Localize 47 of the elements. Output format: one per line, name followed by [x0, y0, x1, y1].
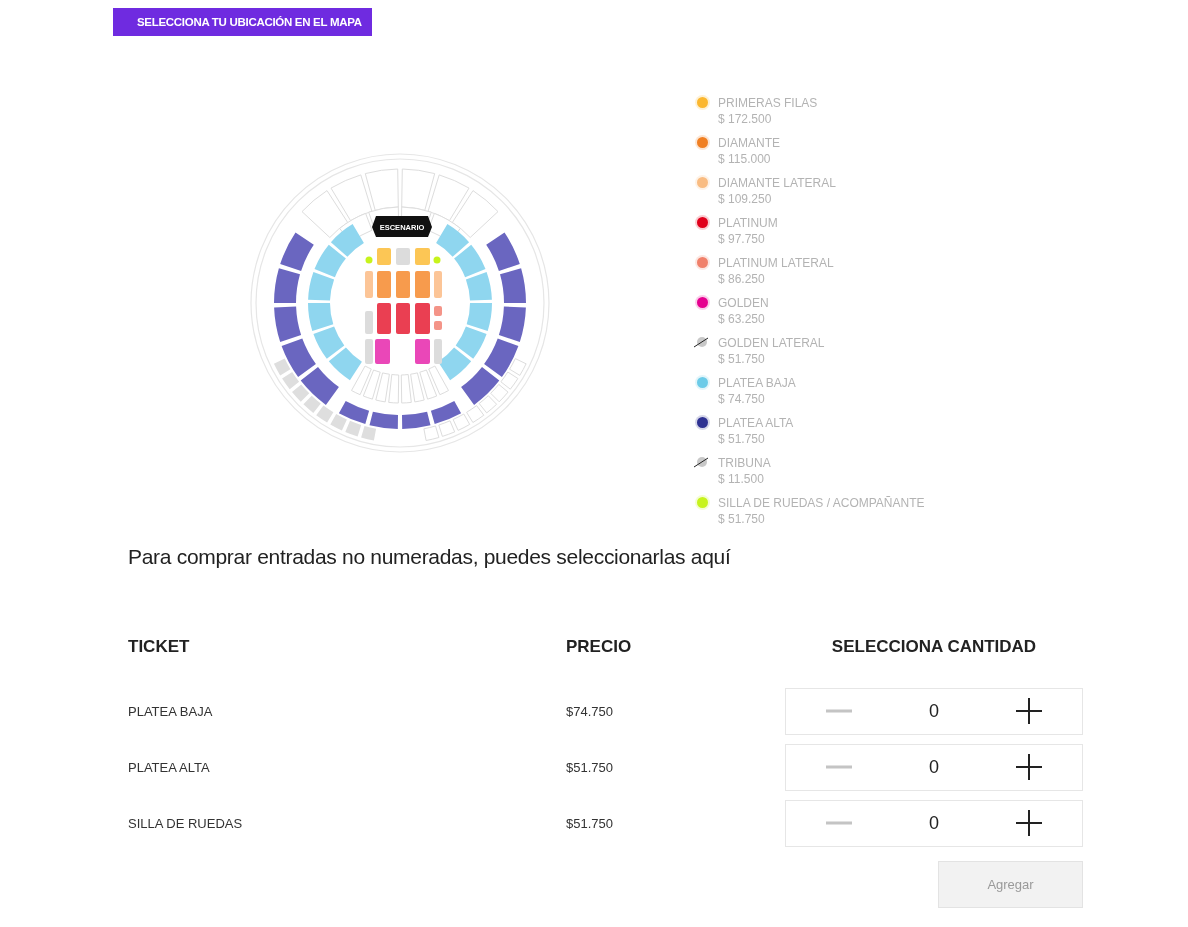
- legend-price: $ 51.750: [718, 431, 766, 447]
- quantity-value: 0: [929, 812, 939, 834]
- legend-label: GOLDEN: [718, 295, 769, 311]
- quantity-stepper[interactable]: 0: [785, 743, 1083, 791]
- legend-price: $ 51.750: [718, 511, 766, 527]
- legend-price: $ 172.500: [718, 111, 773, 127]
- legend-price: $ 86.250: [718, 271, 766, 287]
- legend-price: $ 109.250: [718, 191, 773, 207]
- legend-label: GOLDEN LATERAL: [718, 335, 825, 351]
- intro-text: Para comprar entradas no numeradas, puedes seleccionarlas aquí: [128, 545, 732, 569]
- legend-price: $ 97.750: [718, 231, 766, 247]
- column-header: SELECCIONA CANTIDAD: [830, 637, 1038, 657]
- plus-icon: [1015, 810, 1042, 836]
- legend-label: PLATINUM LATERAL: [718, 255, 834, 271]
- ticket-price: $51.750: [566, 759, 614, 775]
- legend-label: PRIMERAS FILAS: [718, 95, 818, 111]
- legend-price: $ 63.250: [718, 311, 766, 327]
- legend-price: $ 74.750: [718, 391, 766, 407]
- legend-label: PLATINUM: [718, 215, 778, 231]
- ticket-name: PLATEA BAJA: [128, 703, 214, 719]
- stage-sign-icon: [372, 216, 432, 237]
- ticket-price: $74.750: [566, 703, 614, 719]
- ticket-name: SILLA DE RUEDAS: [128, 815, 244, 831]
- section-header: SELECCIONA TU UBICACIÓN EN EL MAPA: [113, 8, 372, 36]
- minus-icon: [826, 765, 853, 769]
- legend-label: DIAMANTE LATERAL: [718, 175, 836, 191]
- legend-price: $ 115.000: [718, 151, 772, 167]
- quantity-value: 0: [929, 700, 939, 722]
- legend-label: TRIBUNA: [718, 455, 771, 471]
- legend-label: SILLA DE RUEDAS / ACOMPAÑANTE: [718, 495, 925, 511]
- legend-price: $ 51.750: [718, 351, 766, 367]
- ticket-price: $51.750: [566, 815, 614, 831]
- quantity-stepper[interactable]: 0: [785, 799, 1083, 847]
- legend-price: $ 11.500: [718, 471, 765, 487]
- legend-label: PLATEA ALTA: [718, 415, 794, 431]
- plus-icon: [1015, 698, 1042, 724]
- column-header: PRECIO: [566, 637, 633, 657]
- ticket-name: PLATEA ALTA: [128, 759, 211, 775]
- plus-icon: [1015, 754, 1042, 780]
- quantity-value: 0: [929, 756, 939, 778]
- legend-label: DIAMANTE: [718, 135, 780, 151]
- minus-icon: [826, 709, 853, 713]
- seating-map-drawing[interactable]: [250, 153, 550, 453]
- legend-label: PLATEA BAJA: [718, 375, 796, 391]
- quantity-stepper[interactable]: 0: [785, 687, 1083, 735]
- column-header: TICKET: [128, 637, 191, 657]
- minus-icon: [826, 821, 853, 825]
